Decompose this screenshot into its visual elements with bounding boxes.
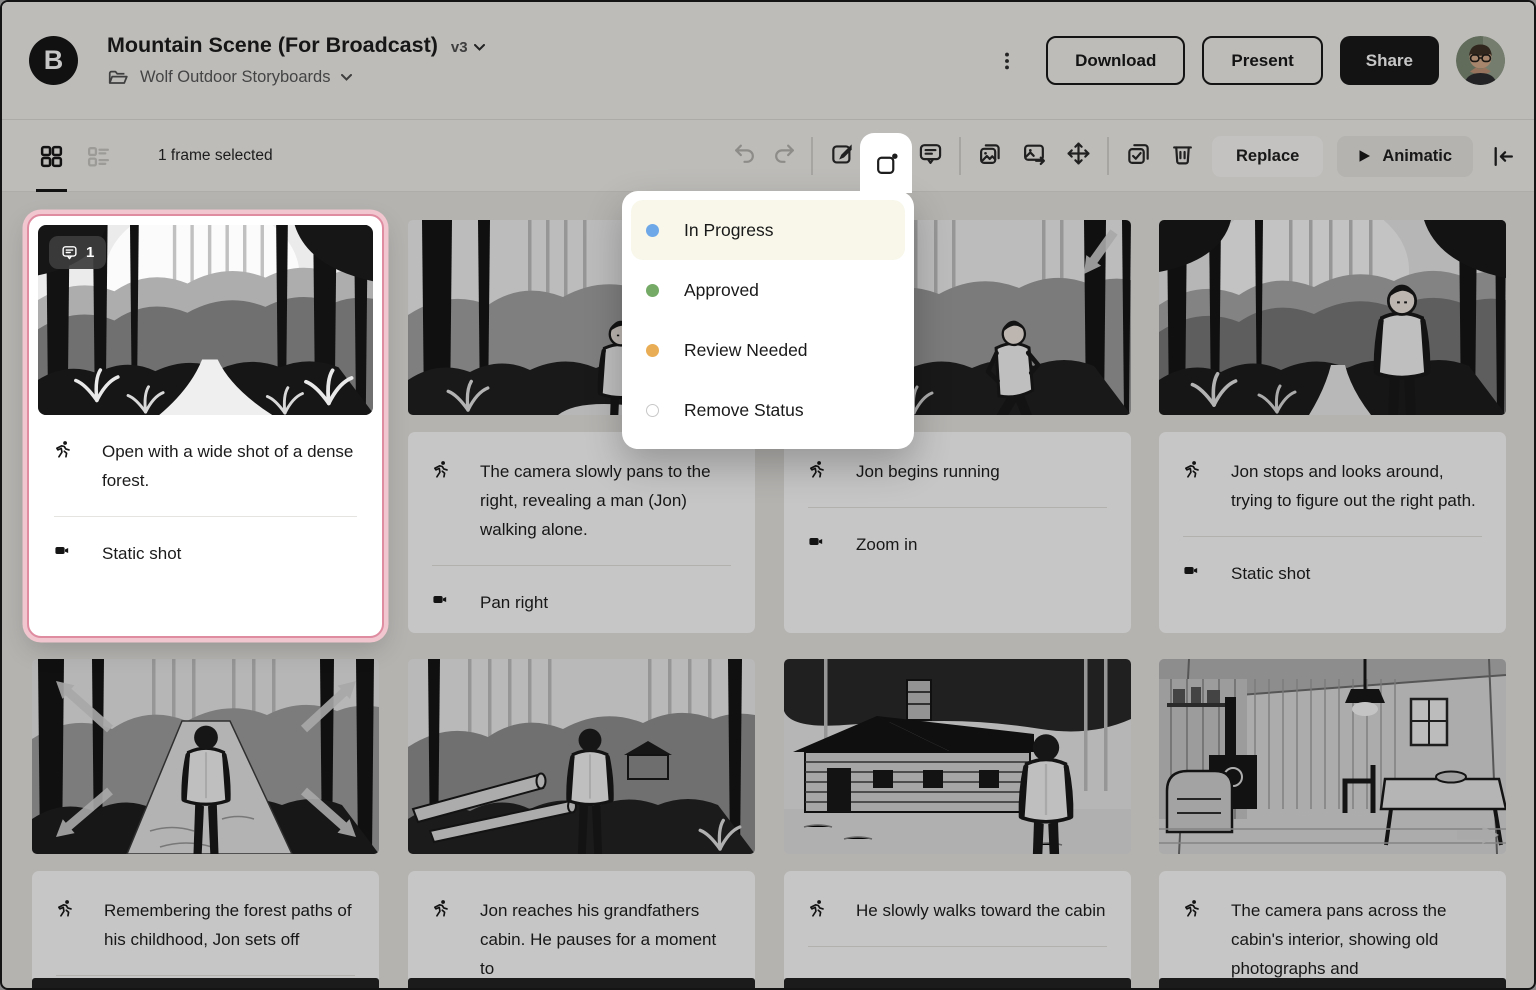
storyboard-app: B Mountain Scene (For Broadcast) v3 Wolf… [0,0,1536,990]
status-menu-label: In Progress [684,220,773,241]
status-menu-item-approved[interactable]: Approved [631,260,905,320]
status-dot-icon [646,224,659,237]
comment-count: 1 [86,244,94,261]
shot-row: Static shot [54,539,357,568]
status-menu-label: Approved [684,280,759,301]
status-dot-icon [646,284,659,297]
action-icon [54,440,73,459]
status-menu-anchor[interactable] [860,133,912,193]
action-text: Open with a wide shot of a dense forest. [102,437,357,495]
row-divider [54,516,357,517]
status-menu: In Progress Approved Review Needed Remove S… [622,191,914,449]
status-menu-label: Review Needed [684,340,808,361]
status-dot-icon [646,404,659,417]
status-icon [874,151,899,176]
status-menu-label: Remove Status [684,400,804,421]
status-menu-item-review-needed[interactable]: Review Needed [631,320,905,380]
camera-icon [54,542,71,559]
status-dot-icon [646,344,659,357]
shot-text: Static shot [102,539,181,568]
comment-count-badge[interactable]: 1 [49,236,106,269]
comment-bubble-icon [61,244,78,261]
status-menu-item-in-progress[interactable]: In Progress [631,200,905,260]
frame-image[interactable]: 1 [38,225,373,415]
action-row: Open with a wide shot of a dense forest. [54,437,357,495]
storyboard-frame-selected[interactable]: 1 Open with a wide shot of a dense forest… [27,214,384,638]
status-menu-item-remove-status[interactable]: Remove Status [631,380,905,440]
